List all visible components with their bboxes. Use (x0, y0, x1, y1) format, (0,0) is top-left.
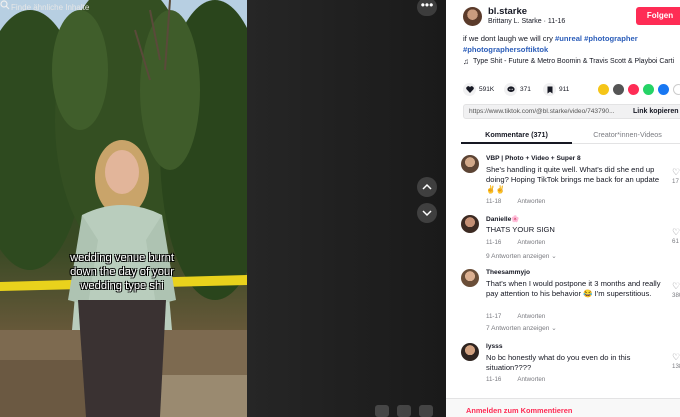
comment-icon (504, 83, 517, 96)
search-similar-label[interactable]: Finde ähnliche Inhalte (11, 3, 89, 12)
reply-button[interactable]: Antworten (517, 239, 545, 246)
comment-text: She's handling it quite well. What's did… (486, 165, 660, 194)
comment-username[interactable]: lysss (486, 343, 503, 350)
tab-creator-videos[interactable]: Creator*innen-Videos (572, 130, 680, 139)
tab-comments[interactable]: Kommentare (371) (461, 130, 572, 139)
previous-video-button[interactable] (417, 177, 437, 197)
comment-like-count: 17 (672, 178, 679, 185)
author-avatar[interactable] (463, 7, 482, 26)
comment-date: 11-18 (486, 198, 502, 205)
view-replies-button[interactable]: 7 Antworten anzeigen ⌄ (486, 324, 557, 332)
heart-icon (463, 83, 476, 96)
comment-heart-icon[interactable]: ♡ (672, 281, 680, 292)
comment-button[interactable]: 371 (504, 83, 531, 96)
active-tab-indicator (461, 142, 572, 144)
actions-row: 591K 371 911 (463, 83, 680, 97)
send-icon[interactable] (628, 84, 639, 95)
video-caption: wedding venue burnt down the day of your… (70, 252, 174, 292)
chevron-down-icon (422, 210, 432, 217)
comment-item: Theesammyjo That's when I would postpone… (461, 269, 680, 333)
comment-heart-icon[interactable]: ♡ (672, 167, 680, 178)
login-bar: Anmelden zum Kommentieren (446, 398, 680, 417)
volume-icon[interactable] (419, 405, 433, 417)
comment-count: 371 (520, 86, 531, 93)
author-username[interactable]: bl.starke (488, 6, 527, 17)
music-title[interactable]: Type Shit - Future & Metro Boomin & Trav… (473, 58, 674, 65)
music-row[interactable]: ♫ Type Shit - Future & Metro Boomin & Tr… (463, 57, 674, 66)
author-subtitle: Brittany L. Starke · 11-16 (488, 18, 566, 25)
music-note-icon: ♫ (463, 57, 469, 66)
comment-item: VBP | Photo + Video + Super 8 She's hand… (461, 155, 680, 207)
chevron-up-icon (422, 183, 432, 190)
comment-item: Danielle🌸 THATS YOUR SIGN 11-16 Antworten… (461, 215, 680, 263)
comment-meta: 11-18 Antworten (486, 198, 545, 205)
more-options-button[interactable]: ••• (417, 0, 437, 16)
share-url-box: https://www.tiktok.com/@bl.starke/video/… (463, 104, 680, 119)
next-video-button[interactable] (417, 203, 437, 223)
chevron-down-icon: ⌄ (551, 325, 557, 332)
save-button[interactable]: 911 (543, 83, 569, 96)
video-frame[interactable]: Finde ähnliche Inhalte wedding venue bur… (0, 0, 247, 417)
commenter-avatar[interactable] (461, 343, 479, 361)
commenter-avatar[interactable] (461, 269, 479, 287)
video-player[interactable]: Finde ähnliche Inhalte wedding venue bur… (0, 0, 446, 417)
panel-tabs: Kommentare (371) Creator*innen-Videos (461, 126, 680, 144)
comment-item: lysss No bc honestly what do you even do… (461, 343, 680, 387)
comment-date: 11-16 (486, 239, 502, 246)
search-icon[interactable] (0, 0, 10, 10)
hashtag-link[interactable]: #photographersoftiktok (463, 45, 548, 54)
comment-meta: 11-16 Antworten (486, 239, 545, 246)
comment-meta: 11-17 Antworten (486, 313, 545, 320)
comment-heart-icon[interactable]: ♡ (672, 227, 680, 238)
comment-meta: 11-16 Antworten (486, 376, 545, 383)
video-description: if we dont laugh we will cry #unreal #ph… (463, 34, 673, 55)
details-panel: bl.starke Brittany L. Starke · 11-16 Fol… (446, 0, 680, 417)
embed-icon[interactable] (598, 84, 609, 95)
comment-heart-icon[interactable]: ♡ (672, 352, 680, 363)
comment-date: 11-17 (486, 313, 502, 320)
comment-like-count: 61 (672, 238, 679, 245)
comment-username[interactable]: VBP | Photo + Video + Super 8 (486, 155, 581, 162)
view-replies-label: 7 Antworten anzeigen (486, 325, 550, 332)
commenter-avatar[interactable] (461, 215, 479, 233)
comment-like-count: 380 (672, 292, 680, 299)
comment-username[interactable]: Theesammyjo (486, 269, 530, 276)
login-to-comment-link[interactable]: Anmelden zum Kommentieren (466, 406, 572, 415)
share-url[interactable]: https://www.tiktok.com/@bl.starke/video/… (469, 108, 624, 115)
follow-button[interactable]: Folgen (636, 7, 680, 25)
comment-text: No bc honestly what do you even do in th… (486, 353, 631, 372)
hashtag-link[interactable]: #unreal (555, 34, 582, 43)
comment-text: That's when I would postpone it 3 months… (486, 279, 661, 298)
hashtag-link[interactable]: #photographer (584, 34, 638, 43)
whatsapp-icon[interactable] (643, 84, 654, 95)
view-replies-label: 9 Antworten anzeigen (486, 253, 550, 260)
chevron-down-icon: ⌄ (551, 253, 557, 260)
share-arrow-icon[interactable] (673, 84, 680, 95)
bookmark-icon (543, 83, 556, 96)
commenter-avatar[interactable] (461, 155, 479, 173)
comment-like-count: 138 (672, 363, 680, 370)
view-replies-button[interactable]: 9 Antworten anzeigen ⌄ (486, 252, 557, 260)
like-button[interactable]: 591K (463, 83, 494, 96)
reply-button[interactable]: Antworten (517, 313, 545, 320)
reply-button[interactable]: Antworten (517, 198, 545, 205)
comment-text: THATS YOUR SIGN (486, 225, 555, 234)
video-scene-illustration (0, 0, 247, 417)
comment-date: 11-16 (486, 376, 502, 383)
description-text: if we dont laugh we will cry (463, 34, 556, 43)
like-count: 591K (479, 86, 495, 93)
reply-button[interactable]: Antworten (517, 376, 545, 383)
captions-icon[interactable] (375, 405, 389, 417)
facebook-icon[interactable] (658, 84, 669, 95)
copy-link-button[interactable]: Link kopieren (633, 108, 679, 115)
save-count: 911 (559, 86, 570, 93)
picture-in-picture-icon[interactable] (397, 405, 411, 417)
repost-icon[interactable] (613, 84, 624, 95)
comment-username[interactable]: Danielle🌸 (486, 215, 520, 223)
